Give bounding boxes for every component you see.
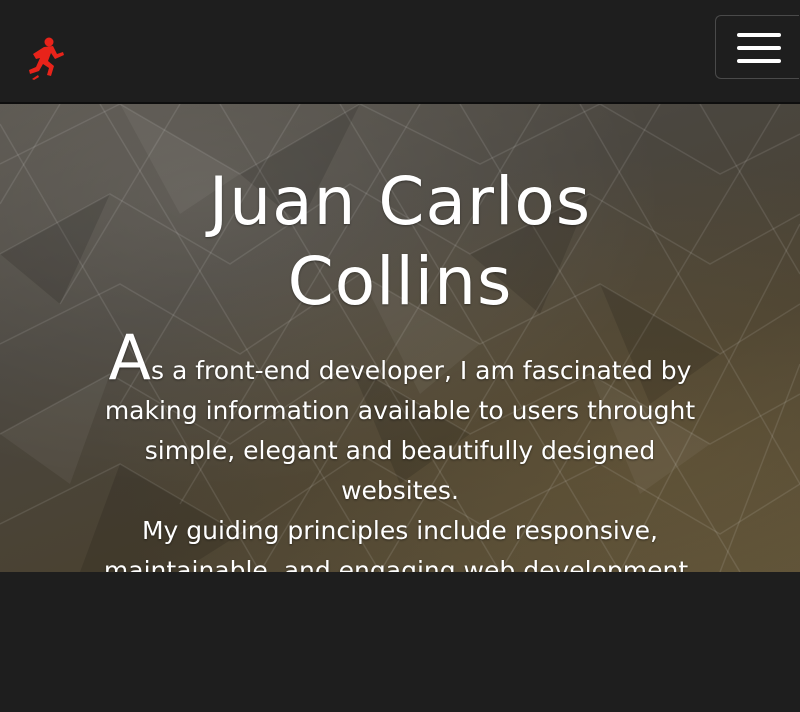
page-footer-area (0, 572, 800, 712)
bio-line: making information available to users th… (104, 396, 696, 425)
bio-line: websites. (341, 476, 459, 505)
bio-line: simple, elegant and beautifully designed (144, 436, 656, 465)
menu-toggle-button[interactable] (715, 15, 799, 79)
page-title: Juan Carlos Collins (208, 163, 592, 320)
hero-content: Juan Carlos Collins As a front-end devel… (90, 162, 710, 572)
hero-banner: Juan Carlos Collins As a front-end devel… (0, 104, 800, 572)
bio-line: My guiding principles include responsive… (141, 516, 658, 545)
bio-line: s a front-end developer, I am fascinated… (150, 356, 692, 385)
hamburger-menu-icon (737, 33, 781, 37)
bio-paragraph: As a front-end developer, I am fascinate… (90, 327, 710, 573)
bio-drop-cap: A (108, 321, 151, 394)
running-man-icon[interactable] (24, 36, 66, 80)
bio-line: maintainable, and engaging web developme… (103, 556, 697, 572)
navbar (0, 0, 800, 104)
hamburger-menu-icon-bar (737, 46, 781, 50)
hamburger-menu-icon-bar (737, 59, 781, 63)
page: Juan Carlos Collins As a front-end devel… (0, 0, 800, 712)
